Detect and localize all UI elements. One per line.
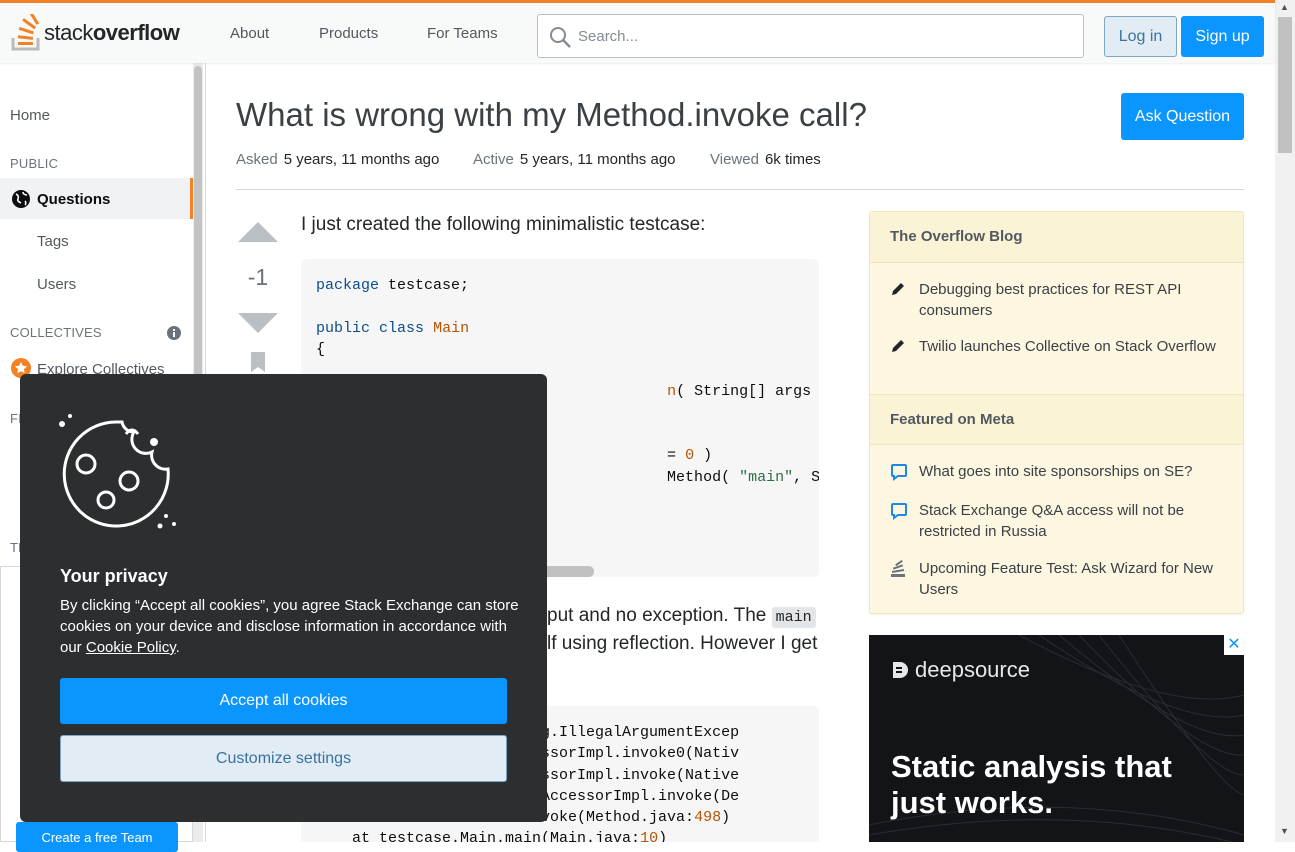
advertisement[interactable]: ✕ deepsource Static analysis that just w…: [869, 635, 1244, 842]
sidebar-heading-public: PUBLIC: [10, 156, 59, 171]
stack-exchange-icon: [890, 558, 919, 600]
blog-item-1-label: Debugging best practices for REST API co…: [919, 281, 1182, 319]
scroll-down-arrow-icon[interactable]: ▼: [1280, 826, 1289, 836]
speech-bubble-icon: [890, 461, 919, 487]
sidebar-item-users[interactable]: Users: [37, 276, 76, 293]
sidebar-heading-collectives: COLLECTIVES: [10, 325, 102, 340]
downvote-arrow-icon[interactable]: [238, 313, 278, 333]
blog-heading: The Overflow Blog: [870, 212, 1243, 263]
stack-logo-icon: [11, 14, 40, 51]
vote-count: -1: [247, 264, 269, 290]
nav-about[interactable]: About: [230, 25, 269, 42]
viewed-meta: Viewed 6k times: [710, 151, 821, 168]
page-scrollbar-thumb[interactable]: [1278, 17, 1292, 153]
ask-question-button[interactable]: Ask Question: [1121, 93, 1244, 140]
pencil-icon: [890, 279, 919, 321]
meta-item-3-label: Upcoming Feature Test: Ask Wizard for Ne…: [919, 560, 1213, 598]
meta-item-1[interactable]: What goes into site sponsorships on SE?: [890, 461, 1230, 487]
sidebar-item-questions-label: Questions: [37, 191, 111, 208]
upvote-arrow-icon[interactable]: [238, 222, 278, 242]
ad-brand: deepsource: [891, 657, 1030, 683]
sidebar-item-tags[interactable]: Tags: [37, 233, 69, 250]
cookie-icon: [59, 414, 176, 529]
meta-item-1-label: What goes into site sponsorships on SE?: [919, 463, 1193, 480]
logo-text: stackoverflow: [44, 20, 180, 45]
cookie-consent-dialog: Your privacy By clicking “Accept all coo…: [20, 374, 547, 822]
site-logo[interactable]: stackoverflow: [10, 13, 195, 53]
ad-close-icon[interactable]: ✕: [1224, 635, 1244, 655]
meta-item-3[interactable]: Upcoming Feature Test: Ask Wizard for Ne…: [890, 558, 1230, 600]
top-bar: stackoverflow About Products For Teams L…: [0, 0, 1275, 63]
signup-button[interactable]: Sign up: [1181, 16, 1264, 57]
header-divider: [236, 189, 1244, 190]
create-team-button[interactable]: Create a free Team: [16, 822, 178, 852]
meta-item-2-label: Stack Exchange Q&A access will not be re…: [919, 502, 1185, 540]
search-box: [537, 14, 1084, 58]
search-input[interactable]: [578, 24, 1068, 48]
question-paragraph-line2: lf using reflection. However I get: [547, 633, 818, 654]
blog-item-1[interactable]: Debugging best practices for REST API co…: [890, 279, 1230, 321]
nav-for-teams[interactable]: For Teams: [427, 25, 498, 42]
globe-icon: [12, 190, 30, 208]
question-paragraph-line1: put and no exception. The main: [547, 602, 819, 632]
ad-headline: Static analysis that just works.: [891, 749, 1172, 820]
accept-all-cookies-button[interactable]: Accept all cookies: [60, 678, 507, 724]
search-icon: [550, 27, 571, 48]
blog-item-2[interactable]: Twilio launches Collective on Stack Over…: [890, 336, 1230, 360]
overflow-blog-widget: The Overflow Blog Debugging best practic…: [869, 211, 1244, 614]
login-button[interactable]: Log in: [1104, 16, 1177, 57]
ad-brand-name: deepsource: [915, 657, 1030, 682]
sidebar-item-home[interactable]: Home: [10, 107, 50, 124]
customize-settings-button[interactable]: Customize settings: [60, 735, 507, 782]
cookie-policy-link[interactable]: Cookie Policy: [86, 639, 176, 656]
inline-code-main: main: [771, 607, 816, 628]
speech-bubble-icon: [890, 500, 919, 542]
cookie-dialog-text: By clicking “Accept all cookies”, you ag…: [60, 597, 519, 656]
cookie-dialog-title: Your privacy: [60, 566, 168, 586]
scroll-up-arrow-icon[interactable]: ▲: [1280, 2, 1289, 12]
nav-products[interactable]: Products: [319, 25, 378, 42]
meta-heading: Featured on Meta: [870, 394, 1243, 445]
blog-item-2-label: Twilio launches Collective on Stack Over…: [919, 338, 1216, 355]
asked-meta: Asked 5 years, 11 months ago: [236, 151, 440, 168]
bookmark-icon[interactable]: [251, 352, 265, 372]
info-icon[interactable]: [167, 326, 181, 340]
deepsource-logo-icon: [893, 662, 908, 678]
question-title[interactable]: What is wrong with my Method.invoke call…: [236, 96, 867, 134]
pencil-icon: [890, 336, 919, 360]
code-horizontal-scrollbar[interactable]: [540, 566, 594, 577]
active-meta: Active 5 years, 11 months ago: [473, 151, 676, 168]
meta-item-2[interactable]: Stack Exchange Q&A access will not be re…: [890, 500, 1230, 542]
question-intro-text: I just created the following minimalisti…: [301, 214, 706, 235]
